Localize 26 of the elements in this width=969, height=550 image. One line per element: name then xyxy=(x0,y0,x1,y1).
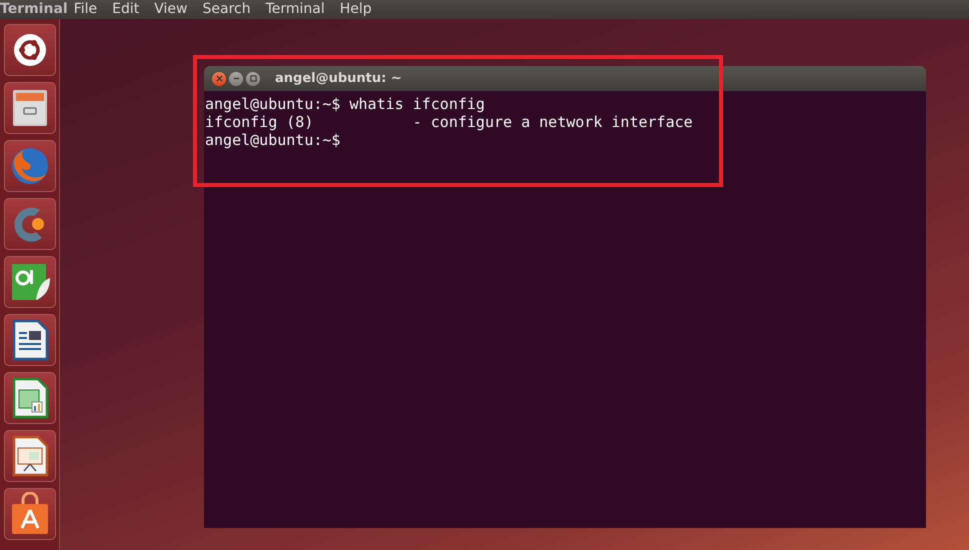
menu-item[interactable]: Search xyxy=(202,2,251,16)
launcher-tile[interactable] xyxy=(4,82,56,134)
maximize-button[interactable] xyxy=(246,72,260,86)
app-name: Terminal xyxy=(0,2,68,16)
terminal-line: ifconfig (8) - configure a network interface xyxy=(205,113,694,131)
window-title: angel@ubuntu: ~ xyxy=(275,71,402,86)
minimize-button[interactable] xyxy=(229,72,243,86)
menu-item[interactable]: File xyxy=(74,2,98,16)
close-icon xyxy=(216,75,222,82)
launcher-tile[interactable] xyxy=(4,198,56,250)
terminal-line: angel@ubuntu:~$ whatis ifconfig xyxy=(205,95,486,113)
launcher-tile[interactable] xyxy=(4,24,56,76)
launcher-tile[interactable] xyxy=(4,430,56,482)
terminal-line: angel@ubuntu:~$ xyxy=(205,131,342,149)
launcher-tile[interactable] xyxy=(4,488,56,540)
launcher-tile[interactable] xyxy=(4,140,56,192)
launcher-tile[interactable] xyxy=(4,314,56,366)
menu-item[interactable]: View xyxy=(154,2,188,16)
maximize-icon xyxy=(250,75,256,82)
launcher-tile[interactable] xyxy=(4,372,56,424)
menu-item[interactable]: Terminal xyxy=(266,2,325,16)
minimize-icon xyxy=(232,75,240,82)
close-button[interactable] xyxy=(212,72,226,86)
launcher-tile[interactable] xyxy=(4,256,56,308)
menu-item[interactable]: Edit xyxy=(112,2,140,16)
menu-item[interactable]: Help xyxy=(340,2,372,16)
